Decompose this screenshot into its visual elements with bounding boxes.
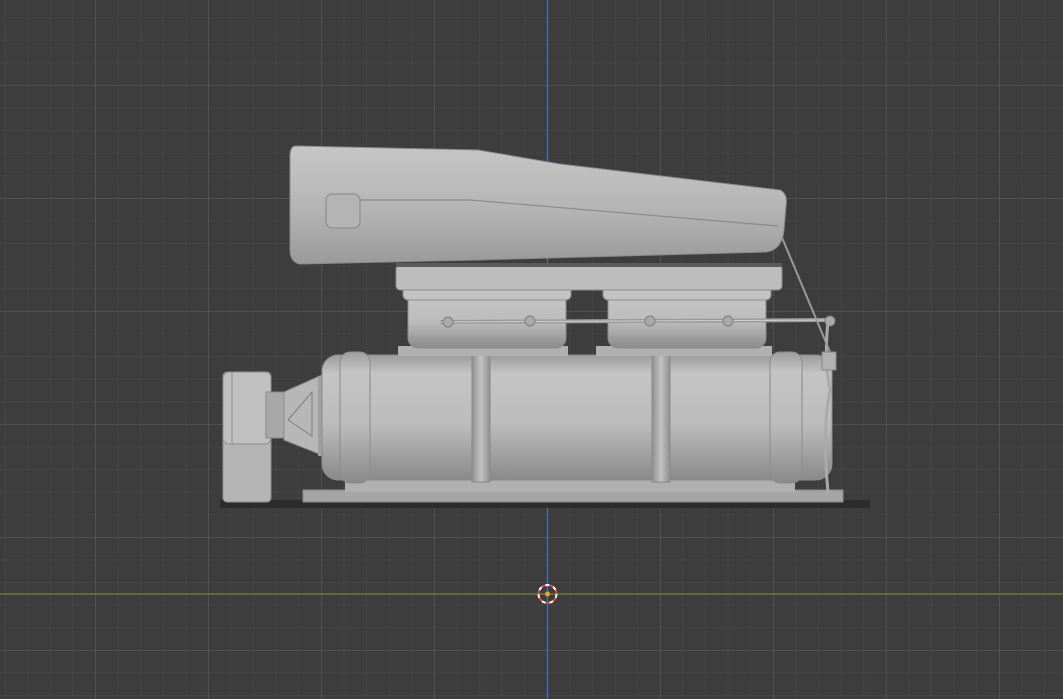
hat-scoop <box>289 145 787 265</box>
front-pulley <box>222 371 326 503</box>
viewport-canvas[interactable] <box>0 0 1063 699</box>
throttle-body-right <box>602 285 772 349</box>
case-lip-right <box>769 351 803 484</box>
scoop-base-shadow <box>396 263 782 267</box>
rotor-case <box>321 354 833 481</box>
case-lip-left <box>339 351 371 484</box>
supercharger-model[interactable] <box>220 145 870 508</box>
throttle-body-left <box>402 285 572 349</box>
case-band-1 <box>471 351 491 483</box>
case-band-2 <box>651 351 671 483</box>
3d-viewport[interactable] <box>0 0 1063 699</box>
scoop-base <box>395 264 783 291</box>
origin-dot <box>545 591 550 597</box>
